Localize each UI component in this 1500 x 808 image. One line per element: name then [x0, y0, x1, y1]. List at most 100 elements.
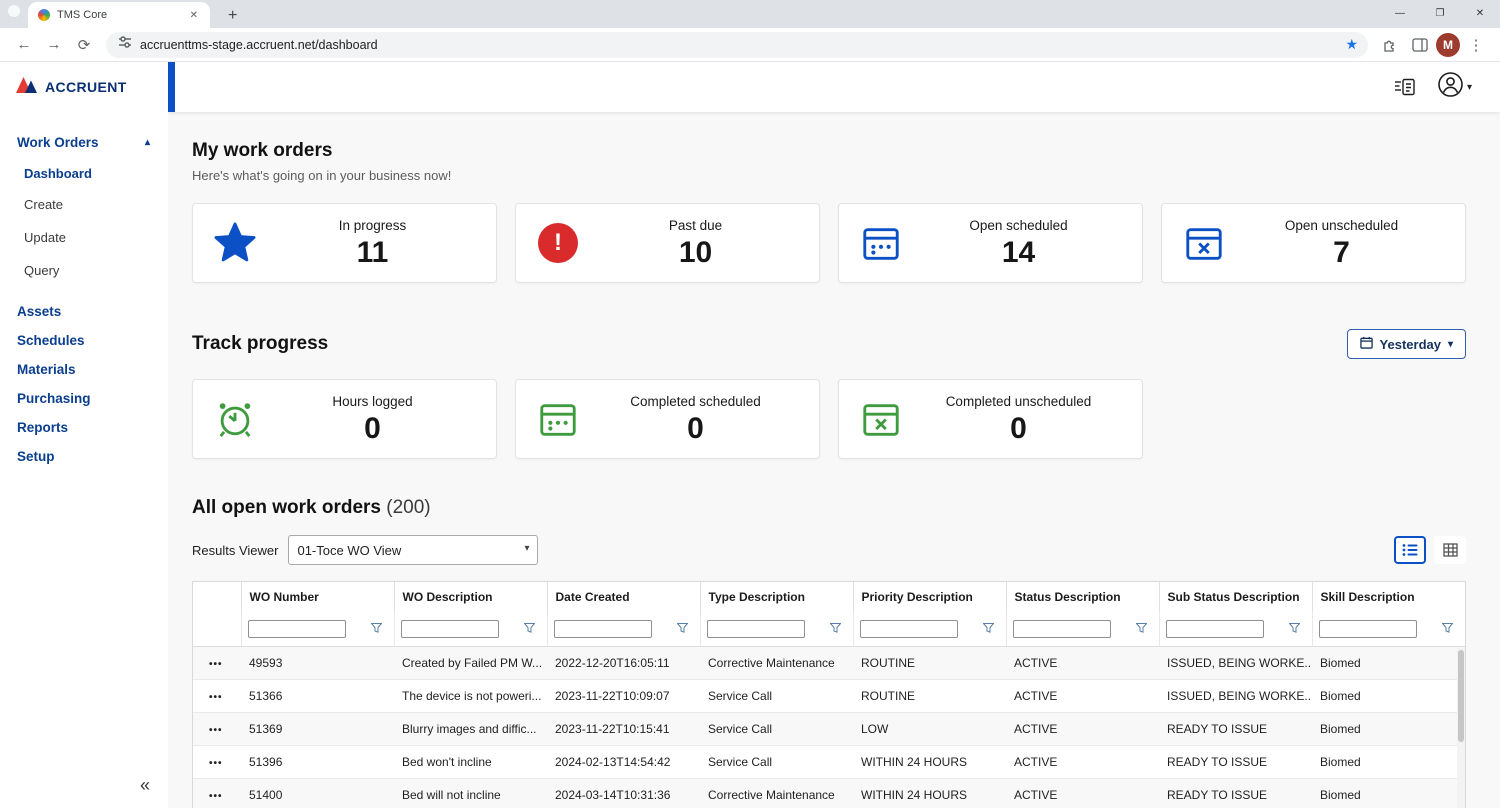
address-bar[interactable]: accruenttms-stage.accruent.net/dashboard…	[106, 32, 1368, 58]
minimize-button[interactable]: —	[1380, 0, 1420, 28]
cell-wo-number: 51366	[241, 679, 394, 712]
brand-logo-text: ACCRUENT	[45, 79, 127, 95]
sidebar-item-schedules[interactable]: Schedules	[17, 326, 156, 355]
filter-funnel-icon[interactable]	[1289, 620, 1300, 638]
back-button[interactable]: ←	[10, 31, 38, 59]
row-actions-button[interactable]: •••	[201, 692, 223, 703]
cell-wo-description: Bed will not incline	[394, 778, 547, 808]
results-viewer-row: Results Viewer 01-Toce WO View ▾	[192, 535, 1466, 565]
cell-skill: Biomed	[1312, 679, 1465, 712]
sidebar-item-reports[interactable]: Reports	[17, 413, 156, 442]
filter-input-type[interactable]	[707, 620, 805, 638]
site-settings-icon[interactable]	[118, 35, 132, 54]
results-viewer-select[interactable]: 01-Toce WO View	[288, 535, 538, 565]
filter-funnel-icon[interactable]	[830, 620, 841, 638]
cell-priority: LOW	[853, 712, 1006, 745]
filter-funnel-icon[interactable]	[1442, 620, 1453, 638]
period-label: Yesterday	[1380, 337, 1441, 352]
tab-strip: TMS Core ✕ + — ❐ ✕	[0, 0, 1500, 28]
forward-button[interactable]: →	[40, 31, 68, 59]
filter-input-priority[interactable]	[860, 620, 958, 638]
card-completed-unscheduled[interactable]: Completed unscheduled 0	[838, 379, 1143, 459]
column-header[interactable]: Type Description	[700, 582, 853, 612]
row-actions-button[interactable]: •••	[201, 758, 223, 769]
close-window-button[interactable]: ✕	[1460, 0, 1500, 28]
chevron-down-icon: ▾	[1448, 339, 1453, 350]
row-actions-button[interactable]: •••	[201, 725, 223, 736]
list-view-button[interactable]	[1394, 536, 1426, 564]
filter-input-skill[interactable]	[1319, 620, 1417, 638]
sidebar-item-purchasing[interactable]: Purchasing	[17, 384, 156, 413]
sidebar-collapse-button[interactable]: «	[140, 775, 150, 796]
filter-funnel-icon[interactable]	[983, 620, 994, 638]
sidebar-item-update[interactable]: Update	[24, 221, 156, 254]
extensions-icon[interactable]	[1376, 31, 1404, 59]
column-header[interactable]: Priority Description	[853, 582, 1006, 612]
table-row[interactable]: ••• 51400 Bed will not incline 2024-03-1…	[193, 778, 1465, 808]
period-dropdown-button[interactable]: Yesterday ▾	[1347, 329, 1466, 359]
card-value: 14	[909, 236, 1128, 269]
tab-close-icon[interactable]: ✕	[186, 8, 202, 23]
card-open-scheduled[interactable]: Open scheduled 14	[838, 203, 1143, 283]
calendar-icon	[853, 222, 909, 264]
cell-status: ACTIVE	[1006, 778, 1159, 808]
browser-tab[interactable]: TMS Core ✕	[28, 2, 210, 28]
column-header[interactable]: Sub Status Description	[1159, 582, 1312, 612]
sidebar-top-items: Assets Schedules Materials Purchasing Re…	[17, 297, 156, 471]
exclamation-glyph: !	[554, 229, 562, 257]
side-panel-icon[interactable]	[1406, 31, 1434, 59]
column-header[interactable]: WO Number	[241, 582, 394, 612]
cell-type: Service Call	[700, 712, 853, 745]
card-past-due[interactable]: ! Past due 10	[515, 203, 820, 283]
url-text[interactable]: accruenttms-stage.accruent.net/dashboard	[140, 38, 1337, 52]
browser-menu-icon[interactable]: ⋮	[1462, 31, 1490, 59]
card-hours-logged[interactable]: Hours logged 0	[192, 379, 497, 459]
filter-funnel-icon[interactable]	[677, 620, 688, 638]
table-row[interactable]: ••• 49593 Created by Failed PM W... 2022…	[193, 646, 1465, 679]
table-scrollbar[interactable]	[1457, 648, 1465, 808]
track-progress-cards: Hours logged 0 Completed scheduled 0	[192, 379, 1466, 459]
card-completed-scheduled[interactable]: Completed scheduled 0	[515, 379, 820, 459]
table-row[interactable]: ••• 51366 The device is not poweri... 20…	[193, 679, 1465, 712]
cell-status: ACTIVE	[1006, 712, 1159, 745]
filter-input-wo-description[interactable]	[401, 620, 499, 638]
new-tab-button[interactable]: +	[220, 7, 245, 25]
sidebar: ACCRUENT Work Orders ▴ Dashboard Create …	[0, 62, 168, 808]
work-queue-icon[interactable]	[1394, 78, 1415, 96]
row-actions-button[interactable]: •••	[201, 659, 223, 670]
filter-funnel-icon[interactable]	[1136, 620, 1147, 638]
table-row[interactable]: ••• 51396 Bed won't incline 2024-02-13T1…	[193, 745, 1465, 778]
browser-profile-avatar[interactable]: M	[1436, 33, 1460, 57]
filter-input-date-created[interactable]	[554, 620, 652, 638]
filter-input-sub-status[interactable]	[1166, 620, 1264, 638]
cell-status: ACTIVE	[1006, 646, 1159, 679]
sidebar-item-create[interactable]: Create	[24, 188, 156, 221]
reload-button[interactable]: ⟳	[70, 31, 98, 59]
sidebar-item-query[interactable]: Query	[24, 254, 156, 287]
bookmark-star-icon[interactable]: ★	[1345, 36, 1358, 53]
browser-toolbar: ← → ⟳ accruenttms-stage.accruent.net/das…	[0, 28, 1500, 62]
filter-input-status[interactable]	[1013, 620, 1111, 638]
sidebar-item-work-orders[interactable]: Work Orders ▴	[17, 128, 156, 156]
restore-button[interactable]: ❐	[1420, 0, 1460, 28]
work-orders-table: WO Number WO Description Date Created Ty…	[192, 581, 1466, 808]
brand-logo[interactable]: ACCRUENT	[0, 62, 168, 112]
column-header[interactable]: Date Created	[547, 582, 700, 612]
sidebar-item-setup[interactable]: Setup	[17, 442, 156, 471]
card-in-progress[interactable]: In progress 11	[192, 203, 497, 283]
sidebar-item-materials[interactable]: Materials	[17, 355, 156, 384]
row-actions-button[interactable]: •••	[201, 791, 223, 802]
scrollbar-thumb[interactable]	[1458, 650, 1464, 742]
filter-input-wo-number[interactable]	[248, 620, 346, 638]
column-header[interactable]: WO Description	[394, 582, 547, 612]
filter-funnel-icon[interactable]	[371, 620, 382, 638]
card-open-unscheduled[interactable]: Open unscheduled 7	[1161, 203, 1466, 283]
column-header[interactable]: Status Description	[1006, 582, 1159, 612]
filter-funnel-icon[interactable]	[524, 620, 535, 638]
column-header[interactable]: Skill Description	[1312, 582, 1465, 612]
sidebar-item-dashboard[interactable]: Dashboard	[24, 158, 156, 188]
sidebar-item-assets[interactable]: Assets	[17, 297, 156, 326]
grid-view-button[interactable]	[1434, 536, 1466, 564]
table-row[interactable]: ••• 51369 Blurry images and diffic... 20…	[193, 712, 1465, 745]
user-menu[interactable]: ▾	[1437, 71, 1472, 103]
